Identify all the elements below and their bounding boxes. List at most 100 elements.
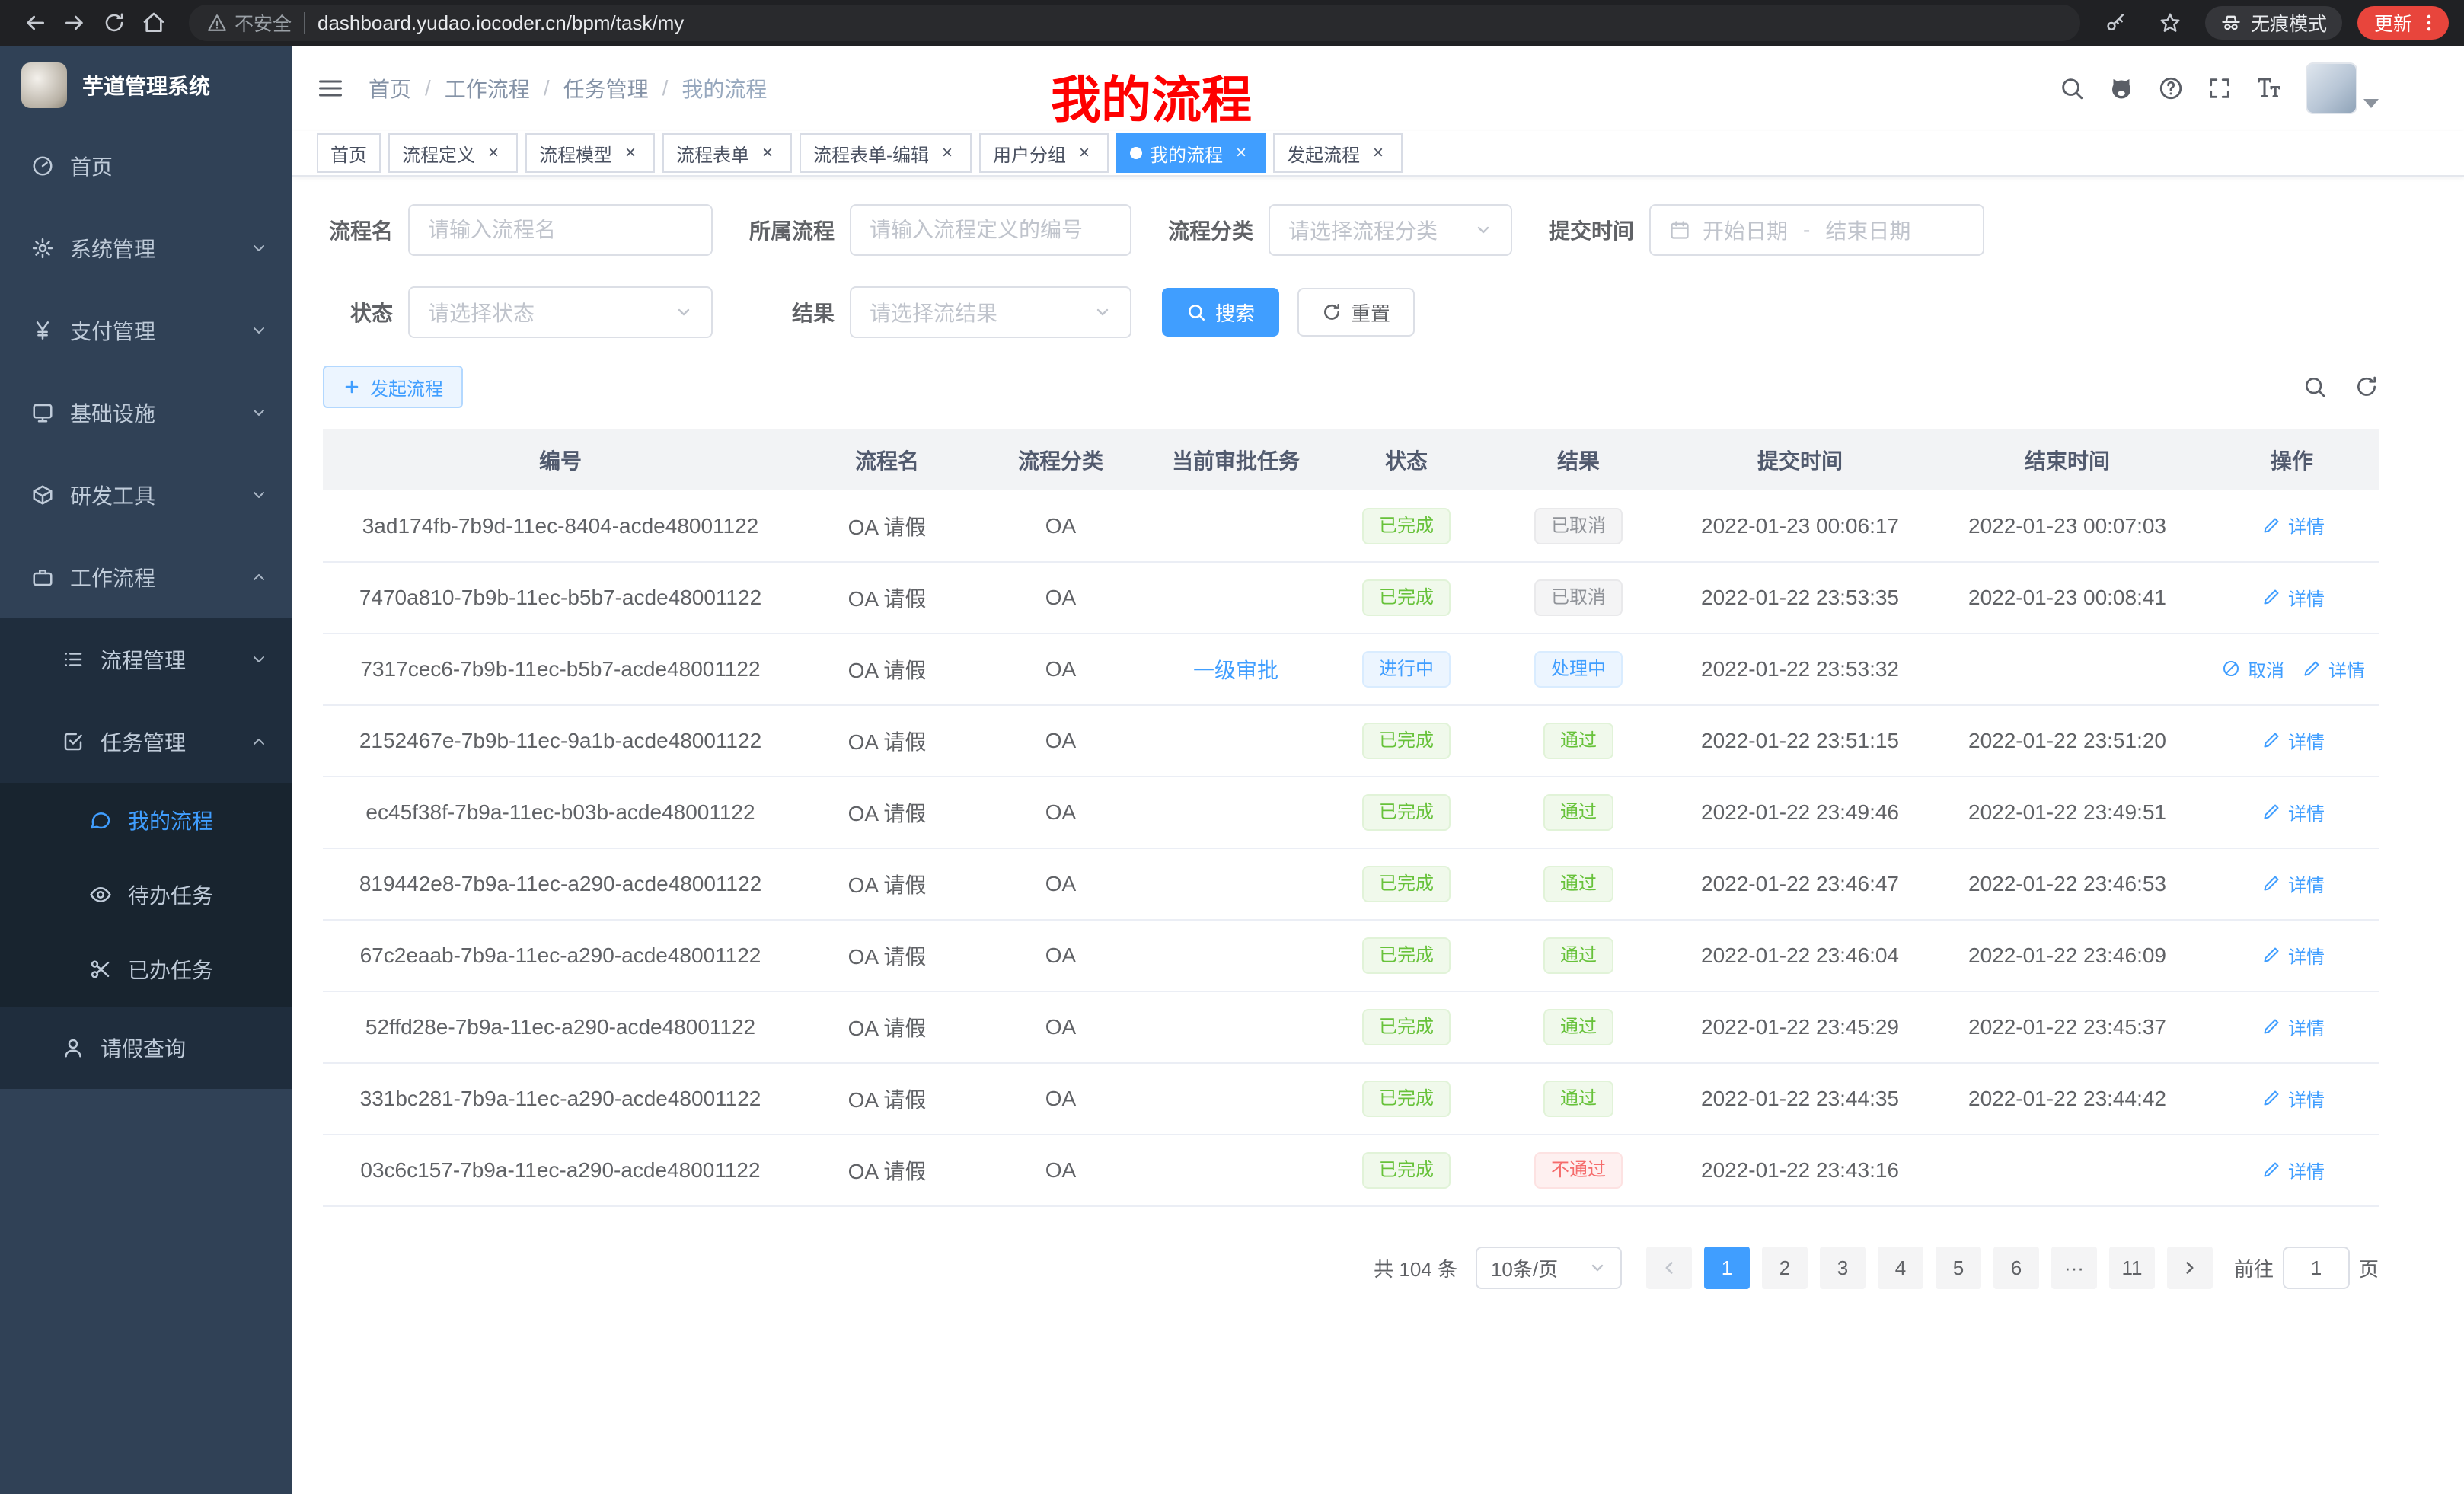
tab-process-form[interactable]: 流程表单× — [662, 133, 792, 173]
create-process-button[interactable]: 发起流程 — [323, 366, 463, 408]
detail-link[interactable]: 详情 — [2259, 1085, 2325, 1112]
sidebar-item-dev-tools[interactable]: 研发工具 — [0, 454, 292, 536]
close-icon[interactable]: × — [620, 142, 641, 164]
detail-link[interactable]: 详情 — [2259, 1157, 2325, 1183]
close-icon[interactable]: × — [757, 142, 778, 164]
cell-task — [1145, 705, 1326, 777]
breadcrumb-item: 我的流程 — [681, 73, 767, 104]
page-ellipsis[interactable]: ··· — [2051, 1247, 2097, 1289]
date-range-picker[interactable]: 开始日期 - 结束日期 — [1649, 204, 1984, 256]
close-icon[interactable]: × — [1368, 142, 1389, 164]
result-badge: 通过 — [1543, 794, 1613, 831]
page-button-1[interactable]: 1 — [1704, 1247, 1750, 1289]
detail-link[interactable]: 详情 — [2259, 727, 2325, 754]
update-button[interactable]: 更新 — [2357, 6, 2449, 40]
cell-actions: 详情 — [2205, 991, 2379, 1063]
address-separator — [304, 12, 305, 34]
close-icon[interactable]: × — [937, 142, 958, 164]
fullscreen-icon[interactable] — [2207, 75, 2233, 101]
toggle-search-icon[interactable] — [2303, 375, 2327, 399]
address-bar[interactable]: 不安全 dashboard.yudao.iocoder.cn/bpm/task/… — [189, 5, 2080, 41]
process-filter-label: 所属流程 — [743, 215, 835, 245]
github-icon[interactable] — [2108, 75, 2135, 102]
more-options-icon[interactable] — [2418, 12, 2440, 34]
security-chip[interactable]: 不安全 — [207, 9, 292, 37]
forward-button[interactable] — [55, 3, 94, 43]
cancel-link[interactable]: 取消 — [2219, 656, 2284, 682]
detail-link[interactable]: 详情 — [2259, 512, 2325, 538]
table-row: 7470a810-7b9b-11ec-b5b7-acde48001122OA 请… — [323, 562, 2379, 634]
page-button-11[interactable]: 11 — [2109, 1247, 2155, 1289]
help-icon[interactable] — [2158, 75, 2184, 101]
close-icon[interactable]: × — [1074, 142, 1095, 164]
detail-link[interactable]: 详情 — [2259, 870, 2325, 897]
calendar-icon — [1669, 219, 1690, 241]
process-filter-input[interactable] — [850, 204, 1131, 256]
breadcrumb-item[interactable]: 首页 — [369, 73, 411, 104]
page-button-5[interactable]: 5 — [1936, 1247, 1981, 1289]
tab-start-process[interactable]: 发起流程× — [1273, 133, 1403, 173]
tab-process-form-edit[interactable]: 流程表单-编辑× — [800, 133, 972, 173]
sidebar-item-todo-tasks[interactable]: 待办任务 — [0, 857, 292, 932]
active-dot — [1130, 147, 1142, 159]
sidebar-item-done-tasks[interactable]: 已办任务 — [0, 932, 292, 1007]
refresh-table-icon[interactable] — [2354, 375, 2379, 399]
cell-name: OA 请假 — [798, 777, 976, 848]
detail-link[interactable]: 详情 — [2300, 656, 2365, 682]
detail-link[interactable]: 详情 — [2259, 584, 2325, 611]
user-menu[interactable] — [2306, 62, 2379, 114]
cell-category: OA — [976, 1135, 1145, 1206]
sidebar-item-workflow[interactable]: 工作流程 — [0, 536, 292, 618]
reload-button[interactable] — [94, 3, 134, 43]
result-filter-select[interactable]: 请选择流结果 — [850, 286, 1131, 338]
sidebar-item-process-mgmt[interactable]: 流程管理 — [0, 618, 292, 701]
detail-link[interactable]: 详情 — [2259, 1014, 2325, 1040]
key-icon[interactable] — [2095, 3, 2135, 43]
edit-icon — [2259, 516, 2284, 535]
close-icon[interactable]: × — [483, 142, 504, 164]
app-logo-row[interactable]: 芋道管理系统 — [0, 46, 292, 125]
sidebar-item-leave-query[interactable]: 请假查询 — [0, 1007, 292, 1089]
search-button[interactable]: 搜索 — [1162, 288, 1279, 337]
next-page-button[interactable] — [2167, 1247, 2213, 1289]
home-button[interactable] — [134, 3, 174, 43]
sidebar-item-task-mgmt[interactable]: 任务管理 — [0, 701, 292, 783]
page-button-2[interactable]: 2 — [1762, 1247, 1808, 1289]
sidebar-item-infrastructure[interactable]: 基础设施 — [0, 372, 292, 454]
page-button-6[interactable]: 6 — [1993, 1247, 2039, 1289]
sidebar-item-home[interactable]: 首页 — [0, 125, 292, 207]
breadcrumb-item[interactable]: 工作流程 — [445, 73, 530, 104]
tab-process-model[interactable]: 流程模型× — [525, 133, 655, 173]
detail-link[interactable]: 详情 — [2259, 942, 2325, 969]
font-size-icon[interactable] — [2255, 75, 2283, 102]
bookmark-star-icon[interactable] — [2150, 3, 2190, 43]
cell-name: OA 请假 — [798, 1135, 976, 1206]
prev-page-button[interactable] — [1646, 1247, 1692, 1289]
search-icon[interactable] — [2059, 75, 2085, 101]
status-filter-select[interactable]: 请选择状态 — [408, 286, 713, 338]
jump-page-input[interactable] — [2283, 1247, 2350, 1289]
detail-link[interactable]: 详情 — [2259, 799, 2325, 825]
close-icon[interactable]: × — [1230, 142, 1252, 164]
sidebar-item-payment-mgmt[interactable]: 支付管理 — [0, 289, 292, 372]
tab-home[interactable]: 首页 — [317, 133, 381, 173]
breadcrumb-item[interactable]: 任务管理 — [563, 73, 649, 104]
page-button-4[interactable]: 4 — [1878, 1247, 1923, 1289]
page-size-select[interactable]: 10条/页 — [1476, 1247, 1622, 1289]
status-badge: 已完成 — [1362, 1152, 1451, 1189]
task-link[interactable]: 一级审批 — [1193, 659, 1278, 682]
tab-process-definition[interactable]: 流程定义× — [388, 133, 518, 173]
sidebar-item-system-mgmt[interactable]: 系统管理 — [0, 207, 292, 289]
page-button-3[interactable]: 3 — [1820, 1247, 1866, 1289]
back-button[interactable] — [15, 3, 55, 43]
name-filter-input[interactable] — [408, 204, 713, 256]
sidebar-item-my-process[interactable]: 我的流程 — [0, 783, 292, 857]
status-badge: 进行中 — [1362, 651, 1451, 688]
tab-user-group[interactable]: 用户分组× — [979, 133, 1109, 173]
tab-my-process[interactable]: 我的流程× — [1116, 133, 1266, 173]
category-filter-select[interactable]: 请选择流程分类 — [1269, 204, 1512, 256]
app-title: 芋道管理系统 — [82, 70, 210, 101]
hamburger-icon[interactable] — [317, 75, 344, 102]
main-content: 我的流程 首页/工作流程/任务管理/我的流程 首页流 — [292, 46, 2464, 1494]
reset-button[interactable]: 重置 — [1297, 288, 1415, 337]
